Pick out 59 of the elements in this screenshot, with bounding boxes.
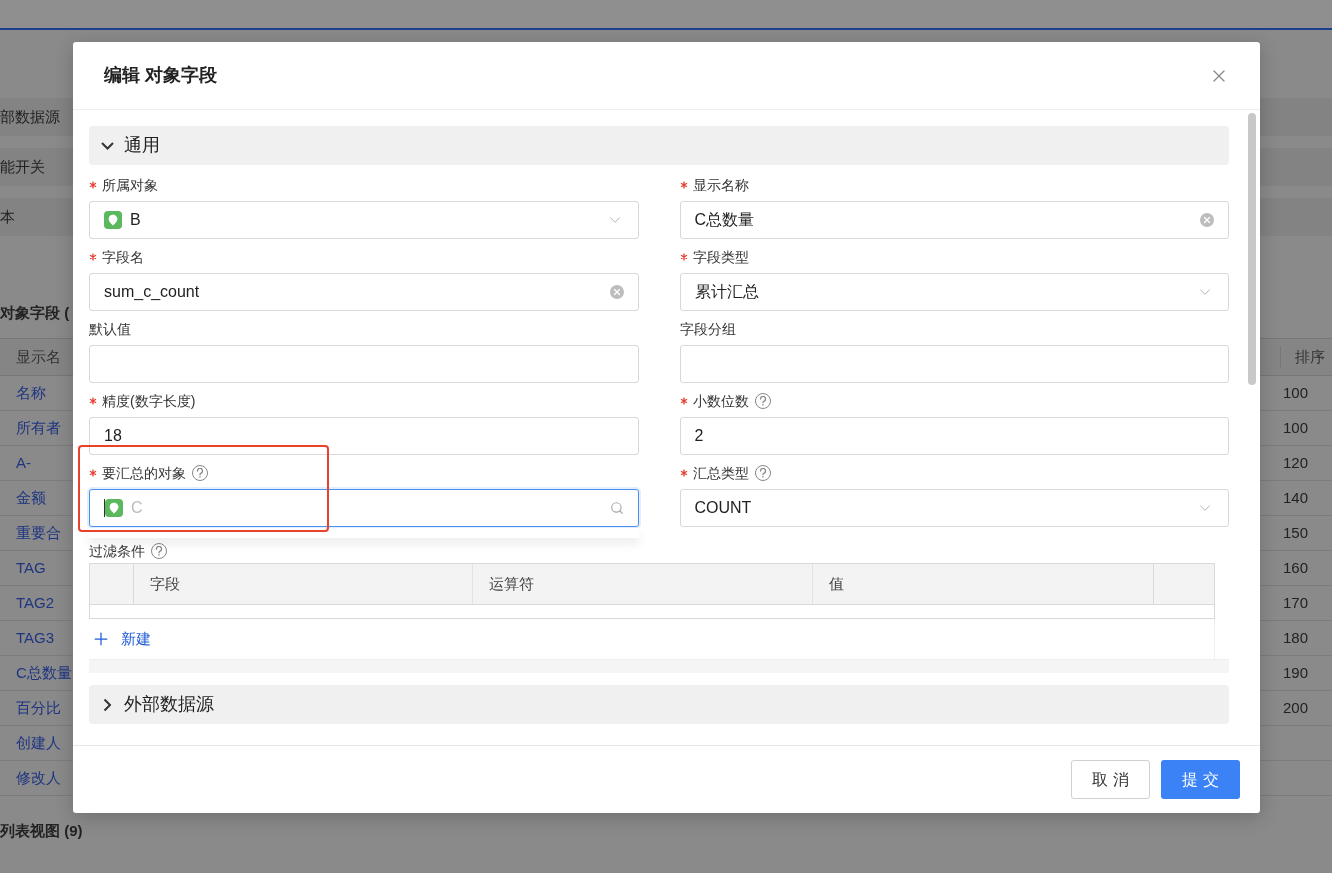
filter-table-header: 字段 运算符 值: [89, 563, 1215, 605]
table-cell-text: 100: [1282, 417, 1310, 438]
table-cell-text: 140: [1282, 487, 1310, 508]
table-cell-link[interactable]: 所有者: [0, 416, 61, 440]
section-header[interactable]: 外部数据源: [89, 685, 1229, 724]
table-cell-text: 100: [1282, 382, 1310, 403]
input-field[interactable]: [679, 345, 1229, 383]
table-cell-text: 170: [1282, 592, 1310, 613]
table-cell-link[interactable]: 重要合: [0, 521, 61, 545]
cancel-button[interactable]: 取 消: [1071, 760, 1150, 799]
table-cell-text: 190: [1282, 662, 1310, 683]
map-pin-icon: [104, 211, 122, 229]
search-field[interactable]: C: [89, 489, 639, 527]
table-cell-link[interactable]: TAG2: [0, 591, 55, 615]
table-cell-link[interactable]: 名称: [0, 381, 46, 405]
clear-icon[interactable]: [1200, 213, 1214, 227]
field-label: 汇总类型: [692, 463, 749, 483]
select-field[interactable]: 累计汇总: [679, 273, 1229, 311]
field-label: 字段分组: [679, 319, 736, 339]
table-cell-link[interactable]: A-: [0, 451, 31, 475]
table-cell-link[interactable]: C总数量: [0, 661, 72, 685]
input-field[interactable]: C总数量: [679, 201, 1229, 239]
submit-button[interactable]: 提 交: [1161, 760, 1240, 799]
input-field[interactable]: 18: [89, 417, 639, 455]
table-cell-text: 200: [1282, 697, 1310, 718]
table-cell-text: 180: [1282, 627, 1310, 648]
field-label: 精度(数字长度): [102, 391, 196, 411]
input-field[interactable]: [89, 345, 639, 383]
field-label: 要汇总的对象: [102, 463, 186, 483]
search-icon: [609, 501, 624, 515]
table-cell-link[interactable]: TAG: [0, 556, 46, 580]
table-cell-link[interactable]: TAG3: [0, 626, 55, 650]
add-button[interactable]: 新建: [89, 627, 153, 651]
table-cell-link[interactable]: 百分比: [0, 696, 61, 720]
field-label: 小数位数: [692, 391, 749, 411]
section-title: 列表视图 (9): [0, 820, 83, 841]
input-field[interactable]: 2: [679, 417, 1229, 455]
table-cell-link[interactable]: 金额: [0, 486, 46, 510]
table-cell-text: 120: [1282, 452, 1310, 473]
select-field[interactable]: COUNT: [679, 489, 1229, 527]
section-title: 对象字段 (: [0, 302, 70, 323]
map-pin-icon: [105, 499, 123, 517]
dialog-title: 编辑 对象字段: [104, 64, 217, 87]
field-label: 字段类型: [692, 247, 749, 267]
section-header[interactable]: 通用: [89, 126, 1229, 165]
clear-icon[interactable]: [609, 285, 624, 299]
table-cell-link[interactable]: 创建人: [0, 731, 61, 755]
field-label: 所属对象: [102, 175, 158, 195]
scrollbar-thumb[interactable]: [1248, 113, 1256, 385]
text-cursor: [104, 499, 105, 517]
table-cell-text: 160: [1282, 557, 1310, 578]
field-label: 字段名: [102, 247, 144, 267]
field-label: 显示名称: [692, 175, 749, 195]
field-label: 过滤条件: [89, 541, 145, 561]
input-field[interactable]: sum_c_count: [89, 273, 639, 311]
select-field[interactable]: B: [89, 201, 639, 239]
table-cell-link[interactable]: 修改人: [0, 766, 61, 790]
table-cell-text: 150: [1282, 522, 1310, 543]
field-label: 默认值: [89, 319, 131, 339]
